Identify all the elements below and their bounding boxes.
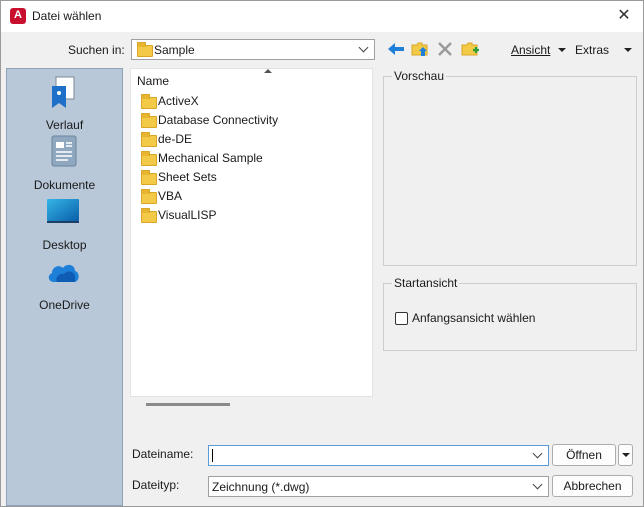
folder-icon xyxy=(141,132,157,147)
delete-button[interactable] xyxy=(435,39,455,59)
places-bar: Verlauf Dokumente Desktop OneDrive xyxy=(6,68,123,506)
list-item[interactable]: Database Connectivity xyxy=(139,112,369,130)
list-item[interactable]: ActiveX xyxy=(139,93,369,111)
list-item[interactable]: Sheet Sets xyxy=(139,169,369,187)
onedrive-icon xyxy=(48,264,79,282)
chevron-down-icon xyxy=(532,448,543,459)
list-item[interactable]: de-DE xyxy=(139,131,369,149)
folder-icon xyxy=(141,94,157,109)
startview-label: Startansicht xyxy=(392,276,460,290)
documents-icon xyxy=(51,135,77,167)
close-button[interactable]: ✕ xyxy=(613,5,635,27)
tools-menu-label: Extras xyxy=(575,43,610,57)
autocad-app-icon: A xyxy=(10,8,26,24)
text-cursor xyxy=(212,449,213,462)
folder-icon xyxy=(141,208,157,223)
file-dialog: A Datei wählen ✕ Suchen in: Sample Ansic… xyxy=(0,0,644,507)
dropdown-arrow-icon xyxy=(558,48,566,52)
dropdown-arrow-icon xyxy=(622,453,630,457)
initial-view-checkbox[interactable] xyxy=(395,312,408,325)
folder-up-icon xyxy=(411,42,428,56)
lookin-value: Sample xyxy=(154,43,195,57)
open-options-button[interactable] xyxy=(618,444,633,466)
view-menu-button[interactable]: Ansicht xyxy=(511,43,573,57)
back-arrow-icon xyxy=(388,43,404,55)
new-folder-icon xyxy=(461,42,479,56)
filetype-value: Zeichnung (*.dwg) xyxy=(212,480,310,494)
place-onedrive[interactable]: OneDrive xyxy=(7,254,122,314)
list-item[interactable]: VisualLISP xyxy=(139,207,369,225)
list-item[interactable]: VBA xyxy=(139,188,369,206)
folder-icon xyxy=(141,151,157,166)
initial-view-checkbox-label[interactable]: Anfangsansicht wählen xyxy=(412,311,535,325)
filename-label: Dateiname: xyxy=(132,447,194,461)
cancel-button-label: Abbrechen xyxy=(563,479,622,493)
item-name: de-DE xyxy=(158,132,193,146)
filetype-dropdown[interactable]: Zeichnung (*.dwg) xyxy=(208,476,549,497)
item-name: Database Connectivity xyxy=(158,113,279,127)
lookin-dropdown[interactable]: Sample xyxy=(131,39,375,60)
open-button[interactable]: Öffnen xyxy=(552,444,616,466)
place-label: Desktop xyxy=(42,238,87,252)
folder-icon xyxy=(141,113,157,128)
chevron-down-icon xyxy=(358,42,369,53)
startview-group: Startansicht Anfangsansicht wählen xyxy=(383,276,637,351)
place-documents[interactable]: Dokumente xyxy=(7,134,122,194)
history-icon xyxy=(52,76,75,108)
filename-input[interactable] xyxy=(208,445,549,466)
folder-icon xyxy=(137,42,153,57)
column-header-name[interactable]: Name xyxy=(137,74,169,88)
file-list[interactable]: Name ActiveX Database Connectivity de-DE… xyxy=(130,68,373,397)
place-history[interactable]: Verlauf xyxy=(7,74,122,134)
sort-ascending-icon xyxy=(264,69,272,73)
place-label: OneDrive xyxy=(39,298,90,312)
new-folder-button[interactable] xyxy=(460,39,480,59)
window-title: Datei wählen xyxy=(32,9,102,23)
item-name: VBA xyxy=(158,189,183,203)
preview-group: Vorschau xyxy=(383,69,637,266)
back-button[interactable] xyxy=(386,39,406,59)
item-name: Sheet Sets xyxy=(158,170,217,184)
delete-icon xyxy=(438,42,452,56)
horizontal-scrollbar[interactable] xyxy=(146,403,230,406)
folder-icon xyxy=(141,189,157,204)
item-name: ActiveX xyxy=(158,94,199,108)
up-one-level-button[interactable] xyxy=(410,39,430,59)
filetype-label: Dateityp: xyxy=(132,478,180,492)
desktop-icon xyxy=(47,199,79,223)
place-label: Verlauf xyxy=(45,118,84,132)
place-desktop[interactable]: Desktop xyxy=(7,194,122,254)
lookin-label: Suchen in: xyxy=(68,43,125,57)
list-item[interactable]: Mechanical Sample xyxy=(139,150,369,168)
title-bar: A Datei wählen ✕ xyxy=(1,1,643,32)
place-label: Dokumente xyxy=(33,178,96,192)
cancel-button[interactable]: Abbrechen xyxy=(552,475,633,497)
tools-menu-button[interactable]: Extras xyxy=(575,43,635,57)
item-name: VisualLISP xyxy=(158,208,217,222)
chevron-down-icon xyxy=(532,479,543,490)
dropdown-arrow-icon xyxy=(624,48,632,52)
preview-label: Vorschau xyxy=(392,69,447,83)
folder-icon xyxy=(141,170,157,185)
view-menu-label: Ansicht xyxy=(511,43,551,57)
item-name: Mechanical Sample xyxy=(158,151,263,165)
open-button-label: Öffnen xyxy=(566,448,602,462)
